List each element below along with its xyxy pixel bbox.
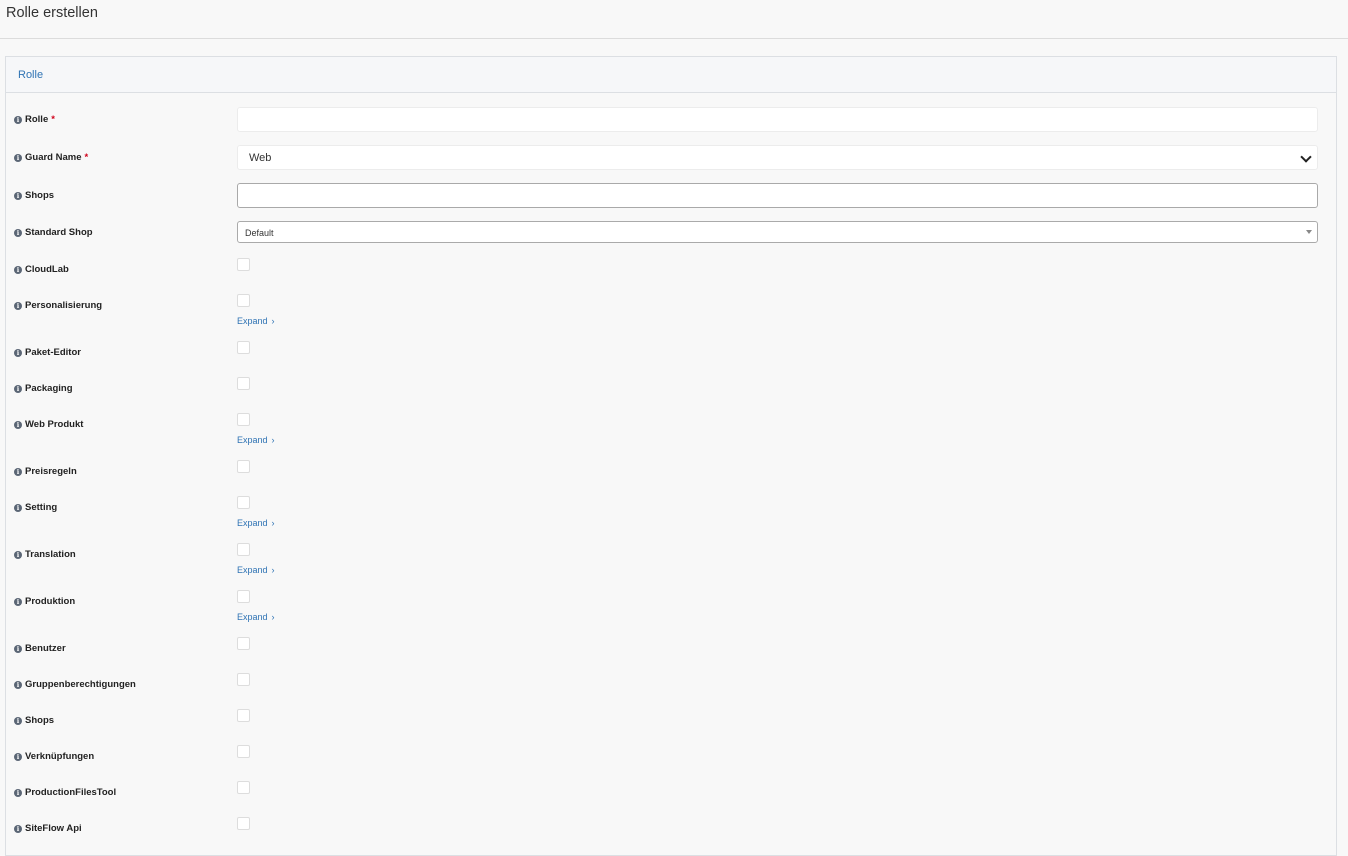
permission-label: i Paket-Editor bbox=[14, 347, 81, 358]
expand-link-personalisierung[interactable]: Expand › bbox=[237, 316, 275, 326]
permission-checkbox-benutzer[interactable] bbox=[237, 637, 250, 650]
info-icon[interactable]: i bbox=[14, 824, 22, 833]
guard-name-select[interactable]: Web bbox=[237, 145, 1318, 170]
caret-down-icon bbox=[1306, 230, 1312, 234]
info-icon[interactable]: i bbox=[14, 301, 22, 310]
permission-label: i Preisregeln bbox=[14, 466, 77, 477]
permission-label: i Personalisierung bbox=[14, 300, 102, 311]
permission-label: i Setting bbox=[14, 502, 57, 513]
info-icon[interactable]: i bbox=[14, 467, 22, 476]
field-label-rolle: i Rolle * bbox=[14, 114, 55, 125]
permission-label: i Produktion bbox=[14, 596, 75, 607]
expand-link-produktion[interactable]: Expand › bbox=[237, 612, 275, 622]
permission-label: i ProductionFilesTool bbox=[14, 787, 116, 798]
info-icon[interactable]: i bbox=[14, 597, 22, 606]
chevron-right-icon: › bbox=[271, 435, 275, 445]
expand-link-setting[interactable]: Expand › bbox=[237, 518, 275, 528]
info-icon[interactable]: i bbox=[14, 503, 22, 512]
chevron-right-icon: › bbox=[271, 612, 275, 622]
chevron-right-icon: › bbox=[271, 565, 275, 575]
permission-label: i Verknüpfungen bbox=[14, 751, 94, 762]
info-icon[interactable]: i bbox=[14, 384, 22, 393]
field-label-guard-name: i Guard Name * bbox=[14, 152, 88, 163]
permission-label: i Shops bbox=[14, 715, 54, 726]
permission-checkbox-siteflow-api[interactable] bbox=[237, 817, 250, 830]
permission-checkbox-productionfilestool[interactable] bbox=[237, 781, 250, 794]
info-icon[interactable]: i bbox=[14, 680, 22, 689]
permission-checkbox-setting[interactable] bbox=[237, 496, 250, 509]
permission-checkbox-paket-editor[interactable] bbox=[237, 341, 250, 354]
page-header: Rolle erstellen bbox=[0, 0, 1348, 39]
permission-label: i Translation bbox=[14, 549, 76, 560]
rolle-input[interactable] bbox=[237, 107, 1318, 132]
shops-input[interactable] bbox=[237, 183, 1318, 208]
info-icon[interactable]: i bbox=[14, 716, 22, 725]
permission-checkbox-preisregeln[interactable] bbox=[237, 460, 250, 473]
permission-checkbox-gruppenberechtigungen[interactable] bbox=[237, 673, 250, 686]
permission-checkbox-cloudlab[interactable] bbox=[237, 258, 250, 271]
page-title: Rolle erstellen bbox=[6, 5, 98, 21]
panel-header: Rolle bbox=[6, 57, 1336, 93]
field-label-standard-shop: i Standard Shop bbox=[14, 227, 93, 238]
permission-label: i Web Produkt bbox=[14, 419, 83, 430]
panel-title: Rolle bbox=[18, 69, 44, 81]
permission-label: i Gruppenberechtigungen bbox=[14, 679, 136, 690]
chevron-down-icon bbox=[1300, 151, 1312, 163]
info-icon[interactable]: i bbox=[14, 550, 22, 559]
info-icon[interactable]: i bbox=[14, 348, 22, 357]
info-icon[interactable]: i bbox=[14, 115, 22, 124]
expand-link-web-produkt[interactable]: Expand › bbox=[237, 435, 275, 445]
info-icon[interactable]: i bbox=[14, 191, 22, 200]
info-icon[interactable]: i bbox=[14, 265, 22, 274]
required-marker: * bbox=[51, 114, 55, 125]
required-marker: * bbox=[84, 152, 89, 163]
permission-checkbox-translation[interactable] bbox=[237, 543, 250, 556]
permission-label: i CloudLab bbox=[14, 264, 69, 275]
info-icon[interactable]: i bbox=[14, 228, 22, 237]
permission-label: i Packaging bbox=[14, 383, 73, 394]
permission-checkbox-verknuepfungen[interactable] bbox=[237, 745, 250, 758]
info-icon[interactable]: i bbox=[14, 420, 22, 429]
permission-checkbox-web-produkt[interactable] bbox=[237, 413, 250, 426]
permission-checkbox-personalisierung[interactable] bbox=[237, 294, 250, 307]
permission-label: i Benutzer bbox=[14, 643, 66, 654]
chevron-right-icon: › bbox=[271, 518, 275, 528]
info-icon[interactable]: i bbox=[14, 644, 22, 653]
permission-checkbox-packaging[interactable] bbox=[237, 377, 250, 390]
standard-shop-select[interactable]: Default bbox=[237, 221, 1318, 243]
role-panel: Rolle bbox=[5, 56, 1337, 856]
permission-checkbox-produktion[interactable] bbox=[237, 590, 250, 603]
expand-link-translation[interactable]: Expand › bbox=[237, 565, 275, 575]
permission-checkbox-shops[interactable] bbox=[237, 709, 250, 722]
info-icon[interactable]: i bbox=[14, 752, 22, 761]
field-label-shops: i Shops bbox=[14, 190, 54, 201]
permission-label: i SiteFlow Api bbox=[14, 823, 82, 834]
info-icon[interactable]: i bbox=[14, 788, 22, 797]
info-icon[interactable]: i bbox=[14, 153, 22, 162]
chevron-right-icon: › bbox=[271, 316, 275, 326]
